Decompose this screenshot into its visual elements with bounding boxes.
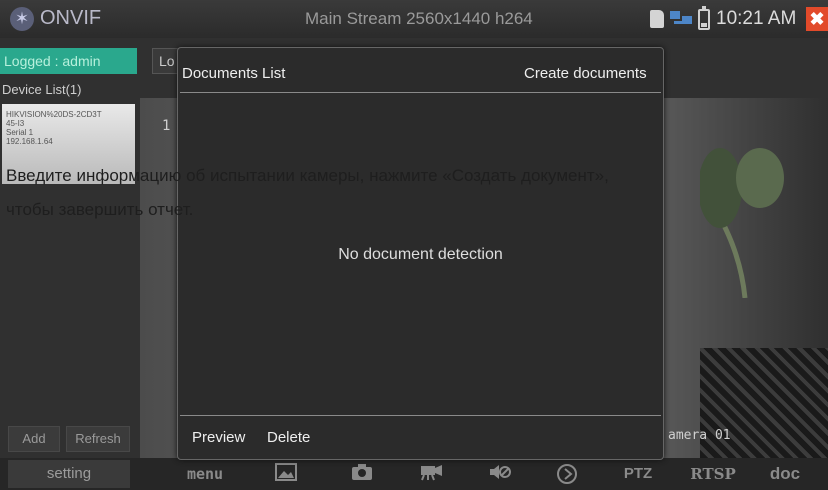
- refresh-button[interactable]: Refresh: [66, 426, 130, 452]
- device-name-line1: HIKVISION%20DS-2CD3T: [6, 110, 102, 119]
- video-record-icon[interactable]: [418, 463, 446, 485]
- clock: 10:21 AM: [716, 8, 797, 29]
- camera-label: amera 01: [668, 428, 731, 443]
- status-bar: ✶ ONVIF Main Stream 2560x1440 h264 10:21…: [0, 0, 828, 38]
- onvif-logo-icon: ✶: [10, 7, 34, 31]
- menu-button[interactable]: menu: [175, 463, 235, 485]
- empty-message: No document detection: [338, 246, 503, 263]
- divider: [180, 415, 661, 416]
- camera-icon[interactable]: [349, 463, 375, 485]
- setting-button[interactable]: setting: [8, 460, 130, 488]
- ptz-button[interactable]: PTZ: [618, 463, 658, 485]
- delete-button[interactable]: Delete: [267, 429, 310, 446]
- image-icon[interactable]: [273, 463, 299, 485]
- sd-card-icon: [650, 10, 664, 28]
- device-ip: 192.168.1.64: [6, 137, 53, 146]
- doc-button[interactable]: doc: [760, 463, 810, 485]
- caption-line-2: чтобы завершить отчет.: [6, 200, 194, 219]
- battery-icon: [698, 6, 710, 30]
- bottom-toolbar: setting menu PTZ RTSP doc: [0, 458, 828, 490]
- device-list-label: Device List(1): [2, 82, 82, 97]
- mute-icon[interactable]: [486, 463, 514, 485]
- stream-title: Main Stream 2560x1440 h264: [305, 9, 533, 28]
- left-panel: Logged : admin Device List(1) HIKVISION%…: [0, 38, 140, 458]
- preview-button[interactable]: Preview: [192, 429, 245, 446]
- stream-number: 1: [162, 118, 171, 134]
- dialog-title: Documents List: [182, 65, 286, 82]
- caption-line-1: Введите информацию об испытании камеры, …: [6, 166, 609, 185]
- app-title: ONVIF: [40, 7, 102, 29]
- device-name-line2: 45-I3: [6, 119, 25, 128]
- divider: [180, 92, 661, 93]
- logged-user-tab[interactable]: Logged : admin: [0, 48, 137, 74]
- add-device-button[interactable]: Add: [8, 426, 60, 452]
- rtsp-button[interactable]: RTSP: [688, 463, 738, 485]
- device-serial: Serial 1: [6, 128, 34, 137]
- plant-image: [700, 148, 784, 298]
- network-icon: [670, 11, 692, 26]
- documents-dialog: Documents List Create documents No docum…: [177, 47, 664, 460]
- create-documents-button[interactable]: Create documents: [524, 65, 647, 82]
- close-icon[interactable]: ✖: [806, 7, 828, 31]
- play-icon[interactable]: [554, 463, 580, 485]
